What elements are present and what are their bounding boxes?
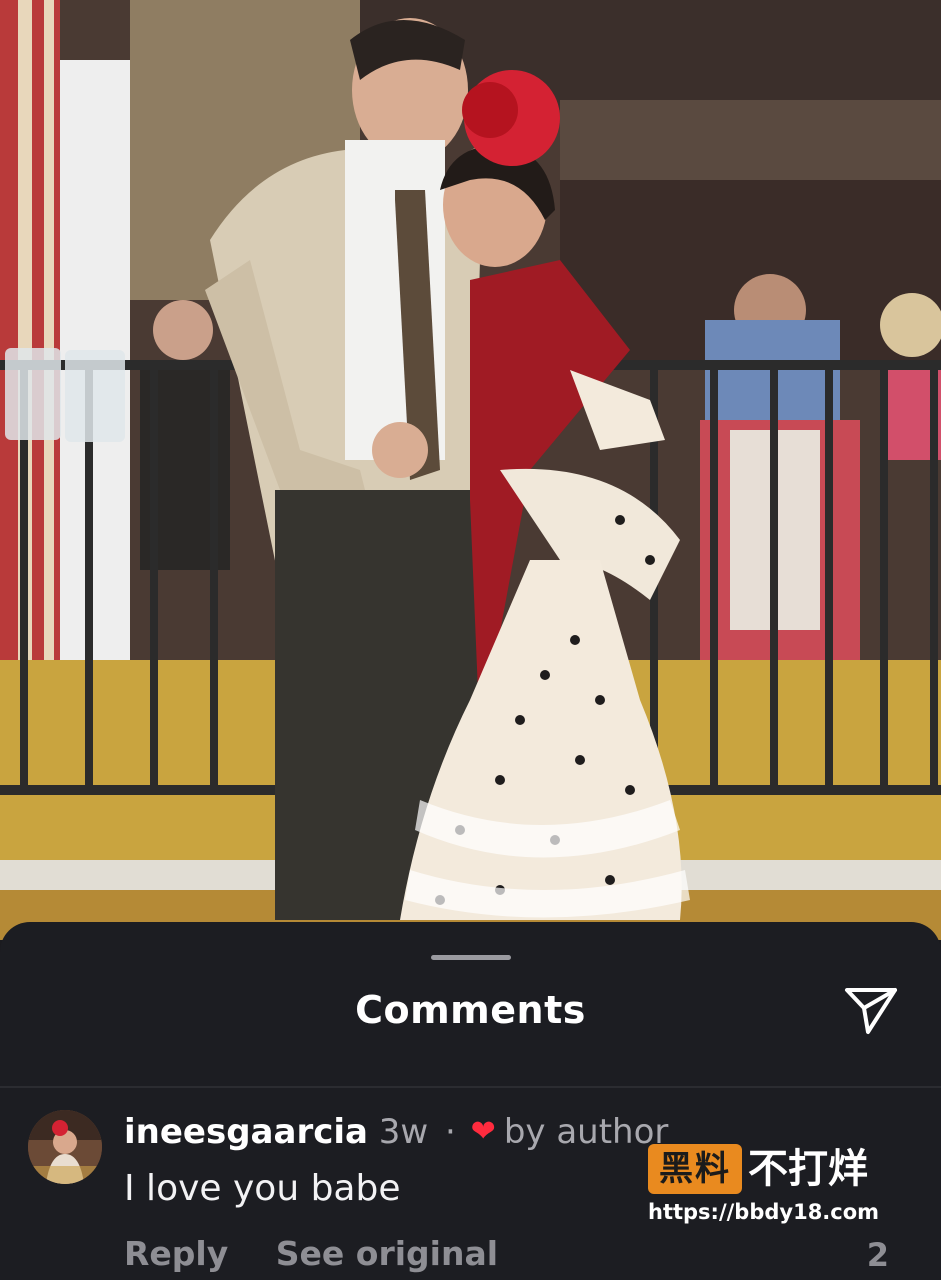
sheet-title: Comments (355, 988, 586, 1032)
comment-text: I love you babe (124, 1168, 401, 1209)
comment-actions: Reply See original (124, 1234, 498, 1273)
photo-illustration (0, 0, 941, 940)
liked-by-author-label: by author (503, 1112, 669, 1152)
see-original-button[interactable]: See original (276, 1234, 498, 1273)
comment-header: ineesgaarcia 3w · ❤ by author (124, 1112, 668, 1152)
sheet-drag-handle[interactable] (431, 955, 511, 960)
heart-icon: ❤ (470, 1114, 496, 1149)
watermark-badge: 黑料 (648, 1144, 742, 1194)
paper-plane-icon (845, 988, 897, 1034)
comment-username[interactable]: ineesgaarcia (124, 1112, 368, 1152)
watermark: 黑料 不打烊 https://bbdy18.com (648, 1144, 898, 1232)
avatar[interactable] (28, 1110, 102, 1184)
watermark-text: 不打烊 (748, 1146, 868, 1192)
watermark-url: https://bbdy18.com (648, 1200, 880, 1224)
separator-dot: · (445, 1112, 456, 1152)
reply-button[interactable]: Reply (124, 1234, 228, 1273)
avatar-image (28, 1110, 102, 1184)
comment-like-count: 2 (866, 1236, 889, 1274)
share-button[interactable] (842, 984, 900, 1038)
sheet-divider (0, 1086, 941, 1088)
post-photo[interactable] (0, 0, 941, 940)
comment-age: 3w (378, 1112, 429, 1152)
screen: Comments ineesgaarcia 3w · ❤ by author I… (0, 0, 941, 1280)
